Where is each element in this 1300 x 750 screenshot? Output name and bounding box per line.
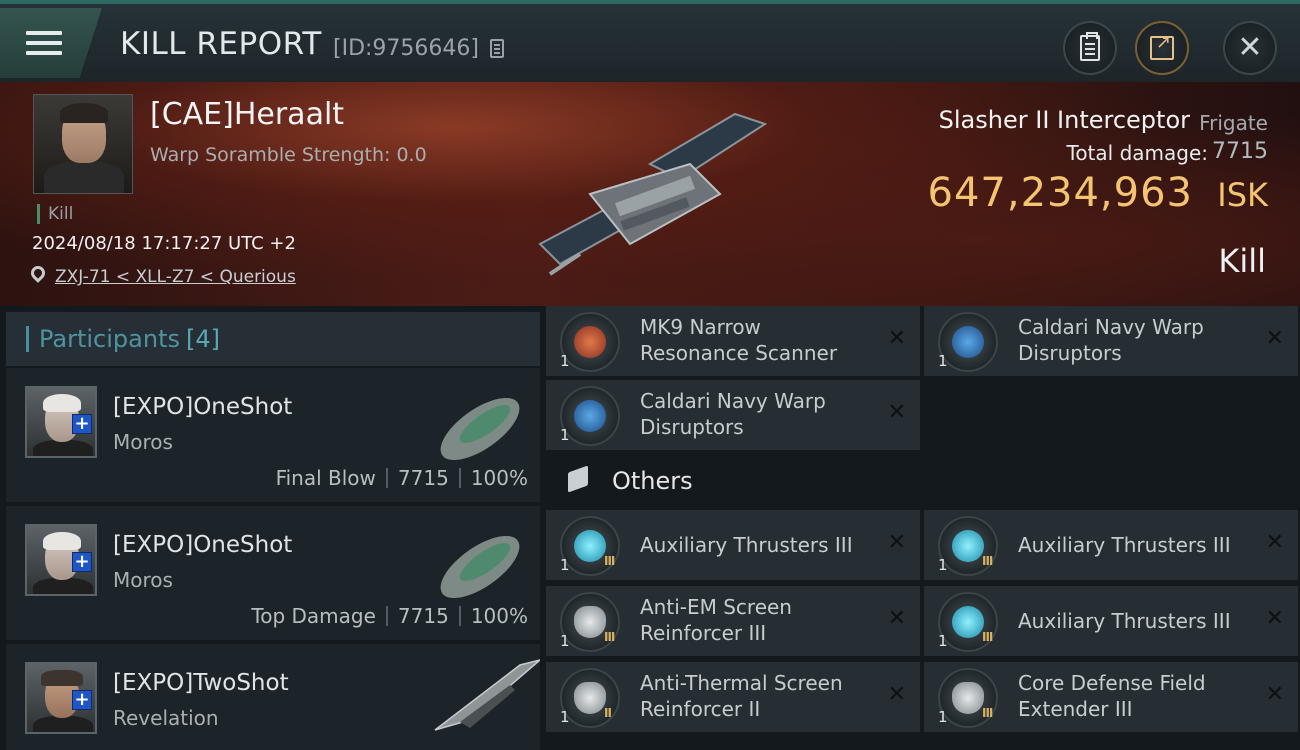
close-icon: ✕ [1237,30,1263,65]
module-quantity: 1 [938,632,948,650]
ship-name[interactable]: Slasher II Interceptor [939,106,1190,134]
copy-icon[interactable] [490,39,504,58]
module-name: Auxiliary Thrusters III [1018,609,1231,633]
ship-image [434,659,540,731]
participant-stats: Final Blow 7715 100% [276,466,528,490]
module-name: Auxiliary Thrusters III [1018,533,1231,557]
destroyed-x-icon: ✕ [887,606,906,631]
destroyed-x-icon: ✕ [1265,606,1284,631]
participant-percent: 100% [470,466,528,490]
destroyed-x-icon: ✕ [1265,682,1284,707]
participants-count: [4] [185,325,220,353]
participant-ship: Moros [113,568,173,592]
module-quantity: 1 [938,352,948,370]
module-quantity: 1 [560,426,570,444]
menu-button[interactable] [0,8,102,78]
participant-damage: 7715 [397,466,449,490]
participant-ship: Revelation [113,706,219,730]
location-link[interactable]: ZXJ-71 < XLL-Z7 < Querious [55,267,296,287]
page-title: KILL REPORT [120,26,322,62]
total-damage-value: 7715 [1212,139,1268,164]
report-id: [ID:9756646] [333,36,479,61]
participant-percent: 100% [470,604,528,628]
ship-image [440,535,520,599]
victim-name[interactable]: [CAE]Heraalt [150,97,344,132]
plus-icon: + [72,690,92,710]
tier-badge: III [982,706,993,720]
module-item[interactable]: 1 Caldari Navy Warp Disruptors ✕ [546,380,920,450]
others-section-header: Others [546,456,920,506]
isk-value: 647,234,963 [927,170,1193,216]
participant-name: [EXPO]TwoShot [113,670,289,696]
kill-tag: Kill [37,204,73,224]
participant-row[interactable]: + [EXPO]OneShot Moros Top Damage 7715 10… [6,506,540,640]
module-name: Anti-Thermal Screen Reinforcer II [640,671,843,721]
victim-portrait[interactable] [33,94,133,194]
menu-icon [26,25,62,61]
tier-badge: III [982,630,993,644]
participant-damage: 7715 [397,604,449,628]
destroyed-x-icon: ✕ [887,682,906,707]
ship-image [538,112,768,276]
ship-class: Frigate [1199,111,1268,135]
tier-badge: II [604,706,612,720]
tier-badge: III [604,554,615,568]
module-item[interactable]: 1 III Auxiliary Thrusters III ✕ [924,510,1298,580]
module-name: Core Defense Field Extender III [1018,671,1206,721]
module-item[interactable]: 1 III Core Defense Field Extender III ✕ [924,662,1298,732]
total-damage-label: Total damage: [1066,141,1209,165]
share-icon [1150,32,1174,60]
ship-image [440,397,520,461]
module-item[interactable]: 1 III Anti-EM Screen Reinforcer III ✕ [546,586,920,656]
module-name: MK9 Narrow Resonance Scanner [640,315,838,365]
module-quantity: 1 [560,352,570,370]
participant-role: Final Blow [275,466,376,490]
destroyed-x-icon: ✕ [1265,530,1284,555]
kill-summary-banner: [CAE]Heraalt Warp Soramble Strength: 0.0… [0,82,1300,306]
module-quantity: 1 [560,708,570,726]
destroyed-x-icon: ✕ [1265,326,1284,351]
plus-icon: + [72,552,92,572]
tier-badge: III [982,554,993,568]
header-bar: KILL REPORT [ID:9756646] ✕ [0,0,1300,82]
kill-time: 2024/08/18 17:17:27 UTC +2 [32,233,296,254]
module-name: Auxiliary Thrusters III [640,533,853,557]
participant-name: [EXPO]OneShot [113,394,293,420]
plus-icon: + [72,414,92,434]
module-item[interactable]: 1 II Anti-Thermal Screen Reinforcer II ✕ [546,662,920,732]
participant-role: Top Damage [251,604,376,628]
result-label: Kill [1218,242,1266,280]
destroyed-x-icon: ✕ [887,400,906,425]
module-item[interactable]: 1 III Auxiliary Thrusters III ✕ [546,510,920,580]
destroyed-x-icon: ✕ [887,326,906,351]
share-button[interactable] [1135,21,1189,75]
clipboard-button[interactable] [1063,21,1117,75]
module-name: Caldari Navy Warp Disruptors [640,389,826,439]
participant-stats: Top Damage 7715 100% [251,604,528,628]
module-item[interactable]: 1 III Auxiliary Thrusters III ✕ [924,586,1298,656]
module-name: Caldari Navy Warp Disruptors [1018,315,1204,365]
module-quantity: 1 [560,632,570,650]
module-item[interactable]: 1 MK9 Narrow Resonance Scanner ✕ [546,306,920,376]
module-quantity: 1 [938,708,948,726]
module-item[interactable]: 1 Caldari Navy Warp Disruptors ✕ [924,306,1298,376]
module-quantity: 1 [560,556,570,574]
others-title: Others [612,467,693,495]
close-button[interactable]: ✕ [1223,21,1277,75]
cube-icon [564,466,594,496]
participants-header: Participants [4] [6,312,540,366]
participant-name: [EXPO]OneShot [113,532,293,558]
module-quantity: 1 [938,556,948,574]
location-pin-icon [28,263,48,283]
isk-unit: ISK [1217,176,1268,214]
clipboard-icon [1080,32,1100,61]
module-name: Anti-EM Screen Reinforcer III [640,595,792,645]
participant-ship: Moros [113,430,173,454]
destroyed-x-icon: ✕ [887,530,906,555]
participants-title: Participants [39,325,180,353]
participant-row[interactable]: + [EXPO]TwoShot Revelation [6,644,540,750]
tier-badge: III [604,630,615,644]
warp-strength: Warp Soramble Strength: 0.0 [150,144,427,166]
participant-row[interactable]: + [EXPO]OneShot Moros Final Blow 7715 10… [6,368,540,502]
